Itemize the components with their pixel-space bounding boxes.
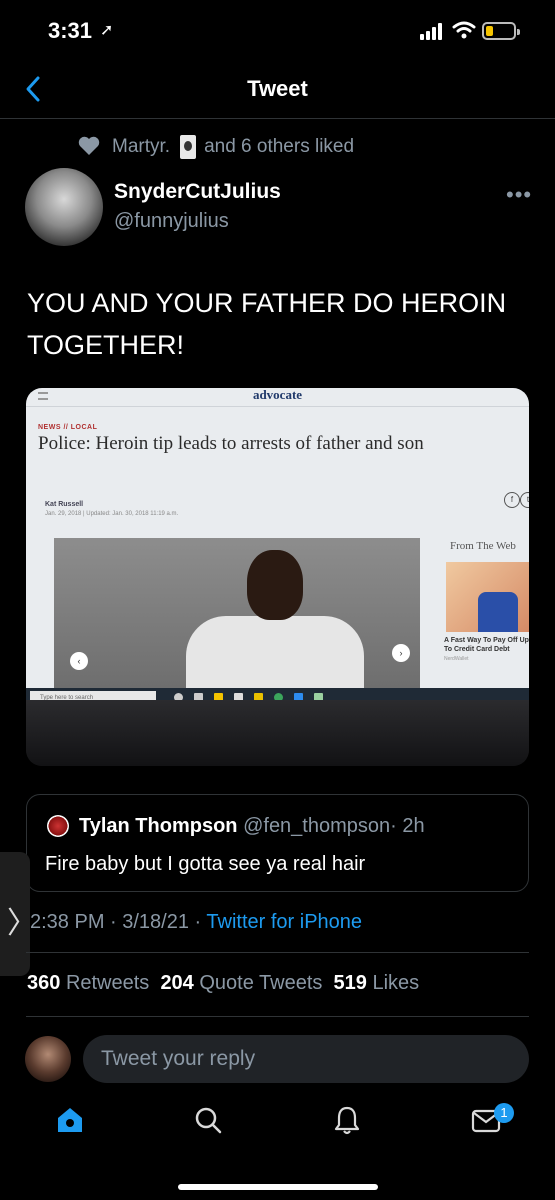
person-head (247, 550, 303, 620)
carousel-prev-icon: ‹ (70, 652, 88, 670)
quoted-tweet-header: Tylan Thompson @fen_thompson· 2h (79, 815, 425, 838)
page-title: Tweet (247, 76, 308, 101)
author-handle[interactable]: @funnyjulius (114, 210, 229, 233)
header-divider (0, 118, 555, 119)
cellular-signal-icon (420, 22, 446, 40)
battery-icon (482, 22, 520, 40)
tweet-source-link[interactable]: Twitter for iPhone (206, 911, 362, 933)
carousel-next-icon: › (392, 644, 410, 662)
ad-source: NerdWallet (444, 656, 469, 662)
quoted-tweet-handle: @fen_thompson (243, 815, 391, 837)
retweets-stat[interactable]: 360 Retweets (27, 972, 149, 994)
liked-by-row[interactable]: Martyr. and 6 others liked (112, 134, 354, 160)
ad-image (446, 562, 529, 632)
quoted-tweet-age: · 2h (390, 815, 425, 837)
status-time: 3:31 (48, 18, 93, 43)
tweet-timestamp: 2:38 PM · 3/18/21 · (30, 911, 207, 933)
masthead: advocate (26, 388, 529, 407)
from-the-web-title: From The Web (450, 540, 516, 552)
from-the-web-panel: From The Web A Fast Way To Pay Off Up To… (442, 536, 529, 686)
ad-caption: A Fast Way To Pay Off Up To Credit Card … (444, 637, 529, 653)
tweet-text: YOU AND YOUR FATHER DO HEROIN TOGETHER! (27, 288, 507, 360)
quoted-tweet-text: Fire baby but I gotta see ya real hair (45, 853, 366, 875)
article-screenshot: advocate NEWS // LOCAL Police: Heroin ti… (26, 388, 529, 708)
quote-tweets-count: 204 (160, 972, 194, 994)
likes-label: Likes (372, 972, 420, 994)
article-dateline: Jan. 29, 2018 | Updated: Jan. 30, 2018 1… (45, 511, 179, 517)
twitter-share-icon: t (520, 492, 529, 508)
messages-badge: 1 (494, 1103, 514, 1123)
side-drawer-handle[interactable]: 〉 (0, 852, 37, 976)
person-shirt (186, 616, 364, 688)
stats-divider-bottom (26, 1016, 529, 1017)
search-tab-icon[interactable] (192, 1104, 224, 1136)
liked-by-name: Martyr. (112, 136, 171, 157)
quoted-tweet-avatar (47, 815, 69, 837)
retweets-count: 360 (27, 972, 61, 994)
quote-tweets-label: Quote Tweets (199, 972, 323, 994)
reply-input[interactable] (83, 1035, 529, 1083)
more-options-icon[interactable]: ••• (506, 182, 532, 208)
quoted-tweet[interactable]: Tylan Thompson @fen_thompson· 2h Fire ba… (26, 794, 529, 892)
article-byline: Kat Russell (45, 501, 84, 508)
retweets-label: Retweets (65, 972, 150, 994)
masthead-title: advocate (252, 388, 303, 402)
home-tab-icon[interactable] (54, 1104, 86, 1136)
reply-avatar[interactable] (25, 1036, 71, 1082)
heart-icon (78, 136, 100, 155)
wifi-icon (452, 21, 476, 39)
facebook-icon: f (504, 492, 520, 508)
quoted-tweet-name: Tylan Thompson (79, 815, 238, 837)
location-icon: ➚ (100, 22, 114, 39)
mugshot-photo: ‹ › (54, 538, 420, 688)
likes-count: 519 (333, 972, 367, 994)
author-display-name[interactable]: SnyderCutJulius (114, 180, 281, 204)
quote-tweets-stat[interactable]: 204 Quote Tweets (160, 972, 322, 994)
tweet-stats: 360 Retweets 204 Quote Tweets 519 Likes (27, 972, 419, 995)
home-indicator[interactable] (178, 1184, 378, 1190)
liked-by-suffix: and 6 others liked (204, 136, 355, 157)
author-avatar[interactable] (25, 168, 103, 246)
laptop-bezel (26, 700, 529, 766)
stats-divider-top (26, 952, 529, 953)
tweet-meta: 2:38 PM · 3/18/21 · Twitter for iPhone (30, 911, 362, 934)
likes-stat[interactable]: 519 Likes (334, 972, 420, 994)
article-kicker: NEWS // LOCAL (38, 424, 98, 431)
tweet-media-image[interactable]: advocate NEWS // LOCAL Police: Heroin ti… (26, 388, 529, 766)
playing-card-emoji (180, 135, 197, 159)
notifications-tab-icon[interactable] (331, 1104, 363, 1136)
article-headline: Police: Heroin tip leads to arrests of f… (38, 433, 424, 454)
